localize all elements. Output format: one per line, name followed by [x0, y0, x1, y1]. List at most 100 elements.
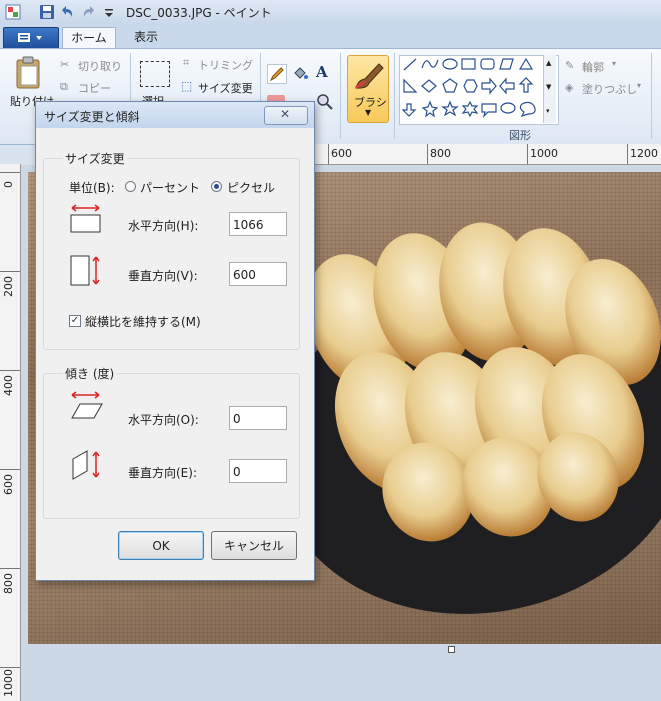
keep-aspect-ratio-label[interactable]: 縦横比を維持する(M) [85, 313, 201, 330]
ruler-tick [427, 144, 428, 164]
ribbon-separator [340, 53, 341, 139]
oval-callout-shape-icon [500, 102, 516, 114]
copy-icon: ⧉ [60, 80, 68, 93]
horizontal-ruler: 600 800 1000 1200 [315, 144, 661, 165]
down-arrow-shape-icon [401, 103, 417, 117]
canvas-resize-handle[interactable] [448, 646, 455, 653]
ruler-label: 600 [2, 474, 15, 495]
ruler-label: 1000 [530, 147, 558, 160]
shapes-gallery-scrollbar[interactable]: ▲ ▼ ▾ [543, 55, 556, 123]
copy-button[interactable]: コピー [78, 80, 111, 96]
line-shape-icon [403, 58, 417, 71]
chevron-down-icon: ▾ [637, 81, 642, 90]
crop-button[interactable]: トリミング [198, 57, 253, 73]
five-point-star-shape-icon [441, 100, 459, 117]
right-triangle-shape-icon [403, 78, 418, 93]
chevron-down-icon[interactable]: ▼ [546, 83, 551, 91]
paste-icon[interactable] [14, 55, 44, 91]
horizontal-size-input[interactable]: 1066 [229, 212, 287, 236]
tab-view[interactable]: 表示 [124, 27, 168, 48]
undo-icon[interactable] [58, 3, 76, 21]
vertical-resize-icon [69, 253, 105, 287]
crop-icon: ⌗ [183, 56, 190, 69]
shapes-gallery[interactable] [399, 55, 559, 125]
up-arrow-shape-icon [518, 77, 534, 93]
skew-group-title: 傾き (度) [63, 365, 117, 382]
rounded-rectangle-shape-icon [480, 58, 495, 70]
rectangular-callout-shape-icon [481, 103, 497, 118]
ruler-tick [627, 144, 628, 164]
vertical-ruler: 0 200 400 600 800 1000 [0, 164, 21, 701]
cloud-callout-shape-icon [519, 101, 536, 118]
skew-horizontal-input[interactable]: 0 [229, 406, 287, 430]
text-tool-icon[interactable]: A [316, 63, 334, 81]
cancel-button[interactable]: キャンセル [211, 531, 297, 560]
window-title: DSC_0033.JPG - ペイント [126, 6, 272, 20]
horizontal-skew-icon [69, 390, 105, 422]
ruler-tick [527, 144, 528, 164]
ruler-label: 400 [2, 375, 15, 396]
select-icon[interactable] [140, 61, 170, 87]
keep-aspect-ratio-checkbox[interactable]: ✓ [69, 315, 81, 327]
paint-menu-button[interactable] [3, 27, 59, 49]
shapes-group-label: 図形 [509, 129, 531, 142]
app-icon[interactable] [4, 3, 22, 21]
percent-radio-label[interactable]: パーセント [140, 179, 200, 196]
dialog-title: サイズ変更と傾斜 [44, 110, 140, 124]
diamond-shape-icon [421, 79, 437, 93]
customize-toolbar-icon[interactable] [100, 3, 118, 21]
resize-icon: ⬚ [181, 79, 193, 93]
ruler-label: 200 [2, 276, 15, 297]
resize-skew-dialog: サイズ変更と傾斜 ✕ サイズ変更 単位(B): パーセント ピクセル 水平方向(… [35, 101, 315, 581]
skew-vertical-label: 垂直方向(E): [128, 466, 197, 480]
pixel-radio[interactable] [211, 181, 222, 192]
six-point-star-shape-icon [461, 100, 479, 118]
pixel-radio-label[interactable]: ピクセル [227, 179, 275, 196]
dialog-close-button[interactable]: ✕ [264, 106, 308, 125]
ruler-tick [328, 144, 329, 164]
vertical-size-label: 垂直方向(V): [128, 269, 198, 283]
fill-icon: ◈ [565, 81, 574, 94]
fill-bucket-icon[interactable] [291, 64, 309, 82]
gallery-expand-icon[interactable]: ▾ [546, 107, 550, 115]
ruler-tick [0, 469, 20, 470]
outline-icon: ✎ [565, 59, 575, 72]
close-icon: ✕ [280, 107, 291, 121]
pentagon-shape-icon [442, 78, 458, 93]
tab-home[interactable]: ホーム [62, 27, 116, 49]
title-bar: DSC_0033.JPG - ペイント [0, 0, 661, 25]
curve-shape-icon [421, 59, 439, 69]
brush-button[interactable]: ブラシ ▼ [347, 55, 389, 123]
ruler-tick [0, 172, 20, 173]
left-arrow-shape-icon [499, 77, 515, 95]
magnifier-icon[interactable] [316, 93, 334, 111]
triangle-shape-icon [518, 57, 534, 70]
ruler-label: 0 [2, 181, 15, 188]
percent-radio[interactable] [125, 181, 136, 192]
resize-button[interactable]: サイズ変更 [198, 80, 253, 96]
fill-button[interactable]: 塗りつぶし [582, 81, 637, 97]
cut-button[interactable]: 切り取り [78, 58, 122, 74]
ruler-label: 800 [430, 147, 451, 160]
ok-button[interactable]: OK [118, 531, 204, 560]
chevron-up-icon[interactable]: ▲ [546, 59, 551, 67]
ruler-tick [0, 370, 20, 371]
scissors-icon: ✂ [60, 58, 70, 71]
polygon-shape-icon [499, 58, 514, 70]
vertical-size-input[interactable]: 600 [229, 262, 287, 286]
dialog-title-bar[interactable]: サイズ変更と傾斜 ✕ [36, 102, 314, 128]
ribbon-separator [394, 53, 395, 139]
skew-vertical-input[interactable]: 0 [229, 459, 287, 483]
unit-label: 単位(B): [69, 181, 115, 195]
save-icon[interactable] [38, 3, 56, 21]
ruler-tick [0, 568, 20, 569]
rectangle-shape-icon [461, 58, 476, 70]
ruler-tick [0, 271, 20, 272]
right-arrow-shape-icon [481, 77, 497, 95]
ruler-label: 1000 [2, 669, 15, 697]
chevron-down-icon: ▼ [365, 108, 372, 117]
outline-button[interactable]: 輪郭 [582, 59, 604, 75]
redo-icon[interactable] [80, 3, 98, 21]
resize-group-title: サイズ変更 [63, 150, 127, 167]
pencil-icon[interactable] [267, 64, 287, 84]
